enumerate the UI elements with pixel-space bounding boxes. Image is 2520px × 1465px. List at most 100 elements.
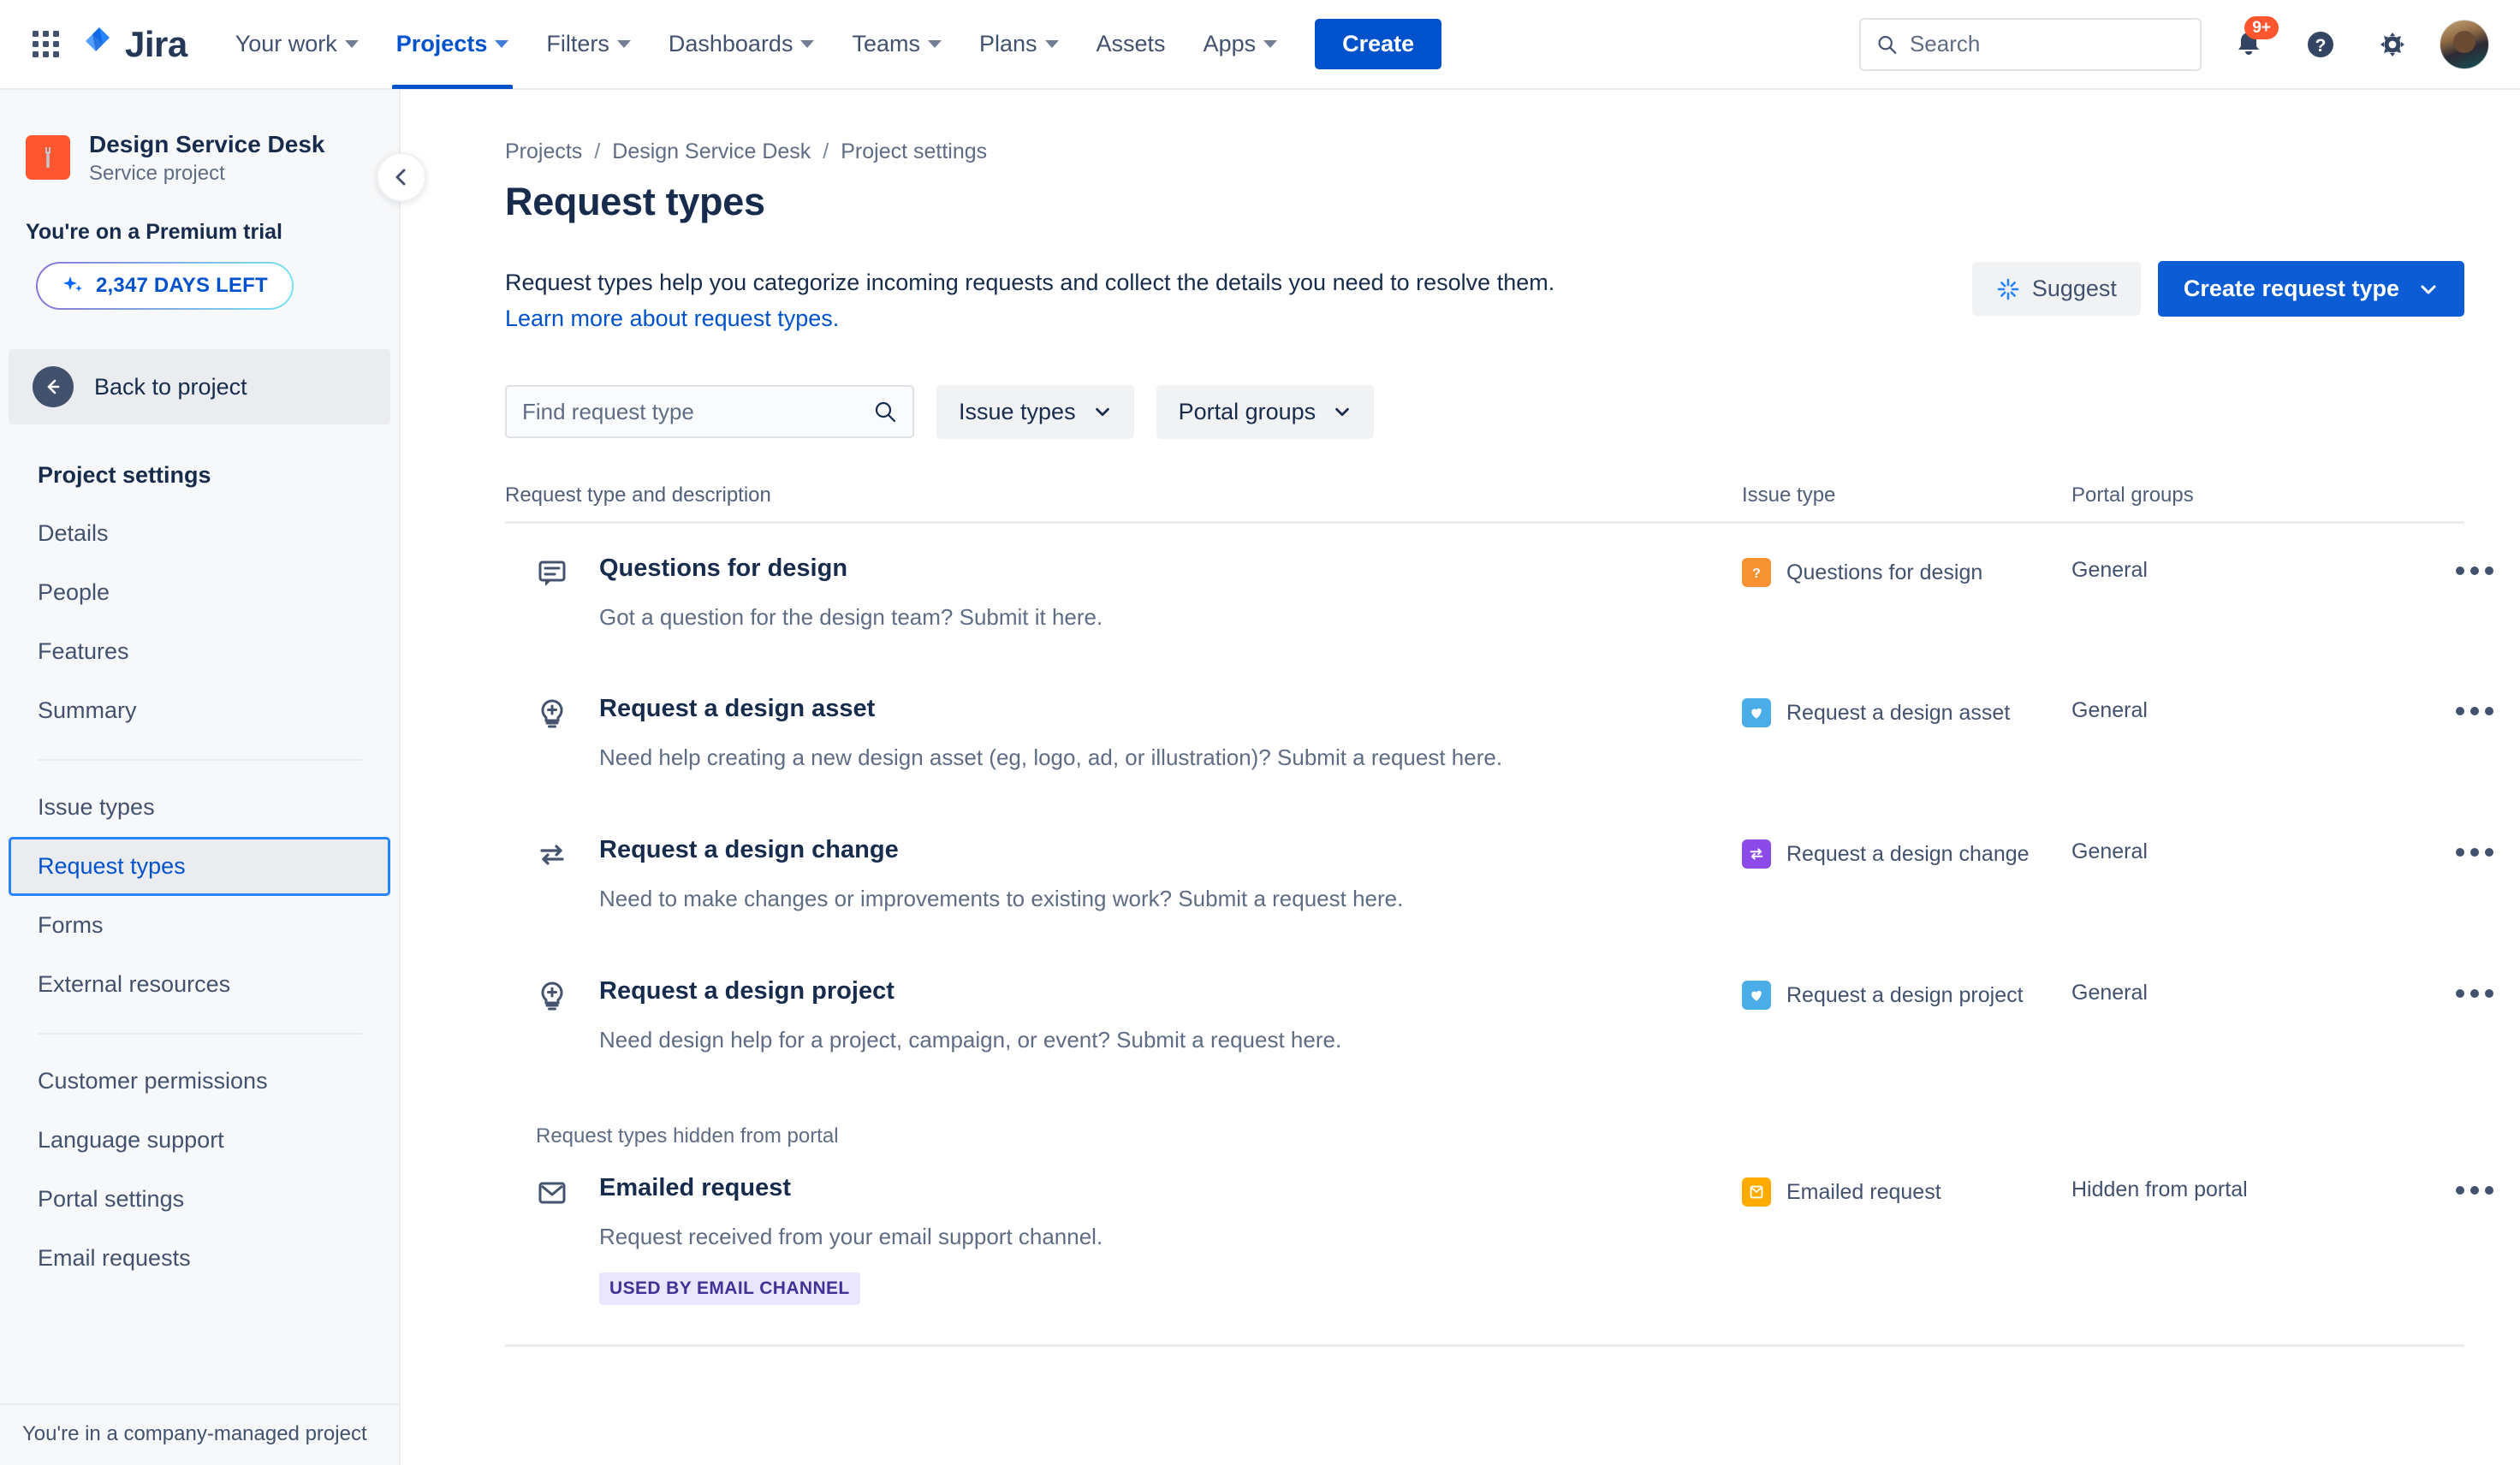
- find-request-type-input[interactable]: [522, 398, 873, 425]
- nav-item-dashboards[interactable]: Dashboards: [650, 0, 834, 89]
- learn-more-link[interactable]: Learn more about request types.: [505, 301, 1772, 337]
- chevron-down-icon: [1263, 40, 1278, 48]
- portal-groups-filter-button[interactable]: Portal groups: [1156, 384, 1375, 439]
- suggest-button[interactable]: Suggest: [1971, 262, 2141, 316]
- nav-item-teams[interactable]: Teams: [833, 0, 960, 89]
- project-sidebar: Design Service Desk Service project You'…: [0, 90, 401, 1465]
- page-intro: Request types help you categorize incomi…: [402, 224, 1772, 337]
- app-switcher-icon[interactable]: [22, 21, 70, 68]
- ai-sparkle-icon: [1997, 278, 2019, 300]
- settings-button[interactable]: [2368, 20, 2417, 69]
- row-more-actions-button[interactable]: [2448, 1164, 2501, 1217]
- trial-title: You're on a Premium trial: [26, 220, 282, 244]
- nav-item-projects[interactable]: Projects: [377, 0, 528, 89]
- request-type-title[interactable]: Questions for design: [599, 555, 1102, 583]
- search-icon: [1878, 35, 1897, 54]
- svg-text:?: ?: [2315, 36, 2327, 56]
- nav-item-your-work[interactable]: Your work: [217, 0, 377, 89]
- issue-type-cell: Request a design change: [1742, 836, 2071, 916]
- request-type-description: Need design help for a project, campaign…: [599, 1026, 1342, 1053]
- sidebar-item-language-support[interactable]: Language support: [0, 1111, 399, 1170]
- sidebar-group-portal: Customer permissions Language support Po…: [0, 1052, 399, 1288]
- status-badge: USED BY EMAIL CHANNEL: [599, 1272, 860, 1306]
- issue-type-label: Request a design project: [1786, 982, 2024, 1007]
- create-button[interactable]: Create: [1315, 19, 1442, 69]
- jira-logo[interactable]: Jira: [80, 24, 187, 65]
- request-types-table: Request type and description Issue type …: [505, 483, 2493, 1348]
- nav-label: Plans: [978, 31, 1037, 56]
- notifications-button[interactable]: 9+: [2224, 15, 2279, 69]
- request-type-title[interactable]: Request a design change: [599, 836, 1403, 864]
- sidebar-item-email-requests[interactable]: Email requests: [0, 1229, 399, 1288]
- sidebar-item-people[interactable]: People: [0, 563, 399, 622]
- sidebar-item-external-resources[interactable]: External resources: [0, 955, 399, 1014]
- intro-text: Request types help you categorize incomi…: [505, 270, 1555, 295]
- request-type-title[interactable]: Request a design asset: [599, 695, 1502, 723]
- portal-groups-cell: General: [2071, 698, 2148, 723]
- portal-groups-filter-label: Portal groups: [1178, 398, 1316, 424]
- issue-types-filter-button[interactable]: Issue types: [936, 384, 1134, 439]
- search-input[interactable]: [1909, 31, 2184, 57]
- sidebar-item-summary[interactable]: Summary: [0, 681, 399, 740]
- row-more-actions-button[interactable]: [2448, 826, 2501, 879]
- chevron-down-icon: [927, 40, 942, 48]
- avatar[interactable]: [2440, 19, 2489, 69]
- row-more-actions-button[interactable]: [2448, 967, 2501, 1020]
- global-search-box[interactable]: [1859, 17, 2202, 71]
- sidebar-item-features[interactable]: Features: [0, 622, 399, 681]
- row-more-actions-button[interactable]: [2448, 544, 2501, 597]
- project-header[interactable]: Design Service Desk Service project: [0, 90, 399, 186]
- more-horizontal-icon: [2456, 707, 2464, 716]
- sidebar-item-request-types[interactable]: Request types: [9, 837, 390, 896]
- request-type-title[interactable]: Request a design project: [599, 977, 1341, 1005]
- top-nav-items: Your work Projects Filters Dashboards Te…: [217, 0, 1442, 89]
- table-row: Request a design project Need design hel…: [505, 946, 2493, 1088]
- back-to-project-button[interactable]: Back to project: [9, 349, 390, 424]
- portal-groups-cell: General: [2071, 980, 2148, 1005]
- column-header-issue-type: Issue type: [1742, 483, 1836, 507]
- issue-types-filter-label: Issue types: [959, 398, 1076, 424]
- portal-groups-cell: Hidden from portal: [2071, 1177, 2248, 1202]
- request-type-title[interactable]: Emailed request: [599, 1174, 1102, 1202]
- lightbulb-plus-icon: [536, 977, 574, 1057]
- sparkle-icon: [63, 276, 82, 292]
- nav-item-apps[interactable]: Apps: [1185, 0, 1297, 89]
- help-button[interactable]: ?: [2296, 20, 2345, 69]
- breadcrumb-project-settings[interactable]: Project settings: [841, 139, 987, 164]
- breadcrumb-design-service-desk[interactable]: Design Service Desk: [612, 139, 811, 164]
- wrench-icon: [26, 135, 70, 180]
- search-icon: [875, 402, 896, 423]
- sidebar-item-issue-types[interactable]: Issue types: [0, 778, 399, 837]
- table-footer-divider: [505, 1344, 2464, 1348]
- sidebar-section-title: Project settings: [38, 462, 211, 488]
- notifications-badge: 9+: [2244, 15, 2279, 40]
- breadcrumb-projects[interactable]: Projects: [505, 139, 582, 164]
- heart-badge: [1742, 980, 1771, 1010]
- nav-item-assets[interactable]: Assets: [1078, 0, 1185, 89]
- request-type-description: Request received from your email support…: [599, 1224, 1103, 1250]
- trial-days-left-pill[interactable]: 2,347 DAYS LEFT: [36, 262, 294, 310]
- column-header-request-type: Request type and description: [505, 483, 771, 507]
- create-request-type-button[interactable]: Create request type: [2157, 261, 2464, 317]
- find-request-type-box[interactable]: [505, 385, 914, 439]
- table-row: Questions for design Got a question for …: [505, 524, 2493, 665]
- trial-days-left-label: 2,347 DAYS LEFT: [96, 274, 268, 297]
- sidebar-item-forms[interactable]: Forms: [0, 896, 399, 955]
- nav-label: Assets: [1096, 31, 1166, 56]
- nav-item-filters[interactable]: Filters: [527, 0, 650, 89]
- chevron-down-icon: [495, 40, 509, 48]
- help-circle-icon: ?: [2308, 31, 2333, 57]
- arrow-left-circle-icon: [33, 366, 74, 407]
- sidebar-collapse-button[interactable]: [377, 152, 426, 202]
- chevron-down-icon: [800, 40, 815, 48]
- issue-type-cell: Request a design asset: [1742, 695, 2071, 774]
- sidebar-item-customer-permissions[interactable]: Customer permissions: [0, 1052, 399, 1111]
- exchange-arrows-icon: [536, 836, 574, 916]
- nav-item-plans[interactable]: Plans: [960, 0, 1078, 89]
- sidebar-item-portal-settings[interactable]: Portal settings: [0, 1170, 399, 1229]
- project-subtitle: Service project: [89, 162, 225, 185]
- filter-bar: Issue types Portal groups: [402, 337, 2520, 439]
- issue-type-label: Request a design asset: [1786, 701, 2011, 726]
- sidebar-item-details[interactable]: Details: [0, 504, 399, 563]
- row-more-actions-button[interactable]: [2448, 685, 2501, 738]
